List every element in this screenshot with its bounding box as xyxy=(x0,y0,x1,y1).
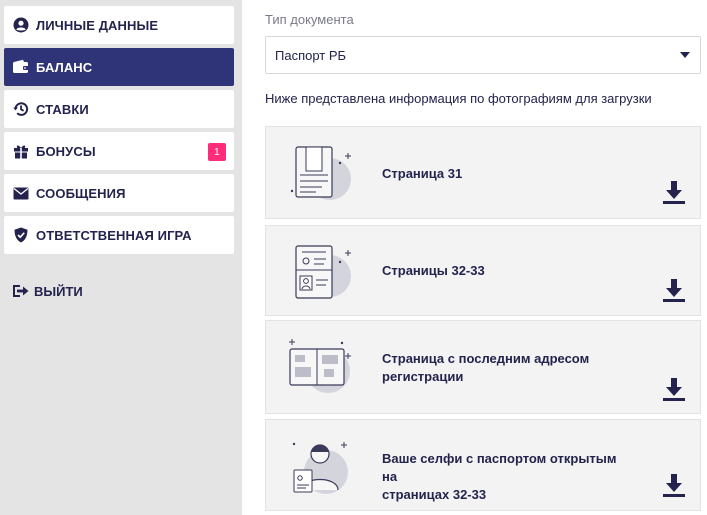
sidebar-item-responsible-gaming[interactable]: Ответственная игра xyxy=(4,216,234,254)
passport-page-illustration xyxy=(290,146,351,200)
passport-id-page-illustration xyxy=(295,245,351,299)
sidebar-item-label: Сообщения xyxy=(36,185,126,201)
sidebar-item-label: Ставки xyxy=(36,101,89,117)
document-type-value: Паспорт РБ xyxy=(275,47,347,63)
document-type-label: Тип документа xyxy=(265,12,354,27)
upload-info-text: Ниже представлена информация по фотограф… xyxy=(265,91,652,106)
logout-button[interactable]: Выйти xyxy=(12,281,83,301)
gift-icon xyxy=(12,142,30,160)
notification-badge: 1 xyxy=(208,143,226,161)
sidebar-item-messages[interactable]: Сообщения xyxy=(4,174,234,212)
user-icon xyxy=(12,16,30,34)
card-title: Страницы 32-33 xyxy=(382,263,485,278)
sidebar-item-bonuses[interactable]: Бонусы 1 xyxy=(4,132,234,170)
shield-icon xyxy=(12,226,30,244)
sidebar: Личные данные Баланс Ставки Бонусы 1 Соо… xyxy=(0,0,242,515)
download-icon[interactable] xyxy=(662,376,686,402)
open-passport-illustration xyxy=(289,339,351,393)
sidebar-item-label: Бонусы xyxy=(36,143,96,159)
sidebar-item-label: Баланс xyxy=(36,59,93,75)
upload-card-registration-page: Страница с последним адресом регистрации xyxy=(265,320,701,414)
document-type-select[interactable]: Паспорт РБ xyxy=(265,36,701,74)
sidebar-item-label: Ответственная игра xyxy=(36,227,192,243)
upload-card-page-31: Страница 31 xyxy=(265,126,701,219)
chevron-down-icon xyxy=(680,52,690,58)
download-icon[interactable] xyxy=(662,179,686,205)
card-title: Ваше селфи с паспортом открытым на стран… xyxy=(382,451,617,502)
selfie-with-passport-illustration xyxy=(292,442,348,494)
wallet-icon xyxy=(12,58,30,76)
card-title: Страница с последним адресом регистрации xyxy=(382,351,590,384)
download-icon[interactable] xyxy=(662,472,686,498)
upload-card-selfie-with-passport: Ваше селфи с паспортом открытым на стран… xyxy=(265,419,701,511)
sidebar-item-label: Личные данные xyxy=(36,17,159,33)
sidebar-item-personal-data[interactable]: Личные данные xyxy=(4,6,234,44)
sidebar-item-bets[interactable]: Ставки xyxy=(4,90,234,128)
download-icon[interactable] xyxy=(662,277,686,303)
card-title: Страница 31 xyxy=(382,166,463,181)
logout-label: Выйти xyxy=(34,283,83,299)
upload-card-pages-32-33: Страницы 32-33 xyxy=(265,225,701,316)
history-icon xyxy=(12,100,30,118)
envelope-icon xyxy=(12,184,30,202)
sidebar-item-balance[interactable]: Баланс xyxy=(4,48,234,86)
logout-icon xyxy=(12,282,30,300)
